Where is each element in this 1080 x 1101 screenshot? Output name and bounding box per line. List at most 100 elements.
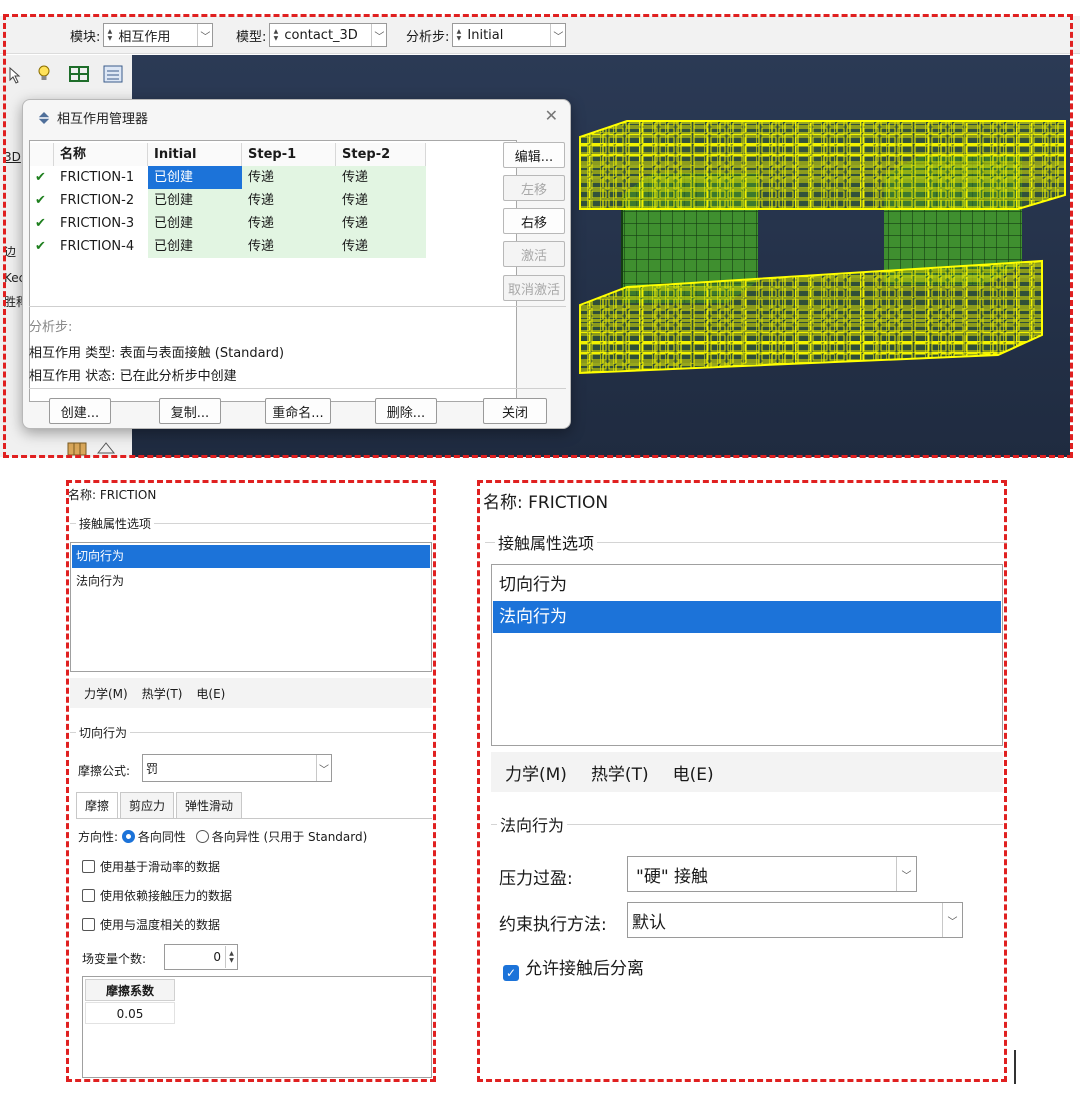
row-initial[interactable]: 已创建	[148, 212, 242, 235]
table-row[interactable]: ✔ FRICTION-3 已创建 传递 传递	[30, 212, 426, 235]
list-item[interactable]: 法向行为	[493, 601, 1001, 633]
row-step2[interactable]: 传递	[336, 212, 426, 235]
table-row[interactable]: ✔ FRICTION-2 已创建 传递 传递	[30, 189, 426, 212]
delete-button[interactable]: 删除...	[375, 398, 437, 424]
table-row[interactable]: ✔ FRICTION-1 已创建 传递 传递	[30, 166, 426, 189]
tab-elastic-slip[interactable]: 弹性滑动	[176, 792, 243, 818]
list-item[interactable]: 切向行为	[493, 569, 1001, 601]
list-item[interactable]: 法向行为	[72, 570, 430, 593]
lightbulb-icon[interactable]	[34, 63, 54, 85]
menu-bar: 力学(M) 热学(T) 电(E)	[70, 678, 432, 708]
row-step1[interactable]: 传递	[242, 166, 336, 189]
rename-button[interactable]: 重命名...	[265, 398, 331, 424]
constraint-label: 约束执行方法:	[499, 915, 607, 935]
radio-anisotropic[interactable]	[195, 830, 209, 843]
friction-coefficient-cell[interactable]: 0.05	[85, 1002, 175, 1024]
options-list: 切向行为 法向行为	[491, 564, 1003, 746]
column-header[interactable]: Step-2	[336, 143, 426, 166]
row-name[interactable]: FRICTION-1	[54, 166, 148, 189]
chevron-down-icon[interactable]: ﹀	[942, 903, 962, 937]
model-combo[interactable]: ▲ ▼ contact_3D ﹀	[269, 23, 388, 47]
copy-button[interactable]: 复制...	[159, 398, 221, 424]
menu-electrical[interactable]: 电(E)	[673, 760, 714, 785]
allow-separation-row[interactable]: ✓ 允许接触后分离	[503, 954, 644, 981]
row-step1[interactable]: 传递	[242, 212, 336, 235]
directionality-row: 方向性: 各向同性 各向异性 (只用于 Standard)	[78, 828, 367, 845]
constraint-method-select[interactable]: 默认 ﹀	[627, 902, 963, 938]
checkbox-row[interactable]: 使用与温度相关的数据	[82, 916, 220, 933]
spin-icon[interactable]: ▲ ▼	[104, 24, 115, 46]
menu-thermal[interactable]: 热学(T)	[591, 760, 649, 785]
tab-bar: 摩擦 剪应力 弹性滑动	[76, 792, 244, 818]
chevron-down-icon[interactable]: ﹀	[197, 24, 212, 46]
table-row[interactable]: ✔ FRICTION-4 已创建 传递 传递	[30, 235, 426, 258]
row-initial[interactable]: 已创建	[148, 189, 242, 212]
allow-separation-label: 允许接触后分离	[525, 959, 644, 979]
chevron-down-icon[interactable]: ﹀	[896, 857, 916, 891]
move-right-button[interactable]: 右移	[503, 208, 565, 234]
checkbox[interactable]	[82, 918, 95, 931]
menu-bar: 力学(M) 热学(T) 电(E)	[491, 752, 1003, 792]
row-name[interactable]: FRICTION-3	[54, 212, 148, 235]
mesh-tools-icon[interactable]	[66, 437, 126, 457]
row-step2[interactable]: 传递	[336, 189, 426, 212]
menu-mechanical[interactable]: 力学(M)	[84, 685, 128, 702]
close-button[interactable]: 关闭	[483, 398, 547, 424]
tab-shear-stress[interactable]: 剪应力	[120, 792, 175, 818]
spin-icon[interactable]: ▲ ▼	[270, 24, 281, 46]
column-header[interactable]: 摩擦系数	[85, 979, 175, 1001]
friction-formula-select[interactable]: 罚 ﹀	[142, 754, 332, 782]
edit-button[interactable]: 编辑...	[503, 142, 565, 168]
options-title: 接触属性选项	[76, 515, 155, 532]
section-title: 法向行为	[497, 812, 568, 836]
top-screenshot: 模块: ▲ ▼ 相互作用 ﹀ 模型: ▲ ▼ contact_3D ﹀ 分析步: ▲…	[0, 0, 1080, 462]
checkbox[interactable]	[82, 889, 95, 902]
checkbox[interactable]	[82, 860, 95, 873]
checkbox-row[interactable]: 使用基于滑动率的数据	[82, 858, 220, 875]
text-cursor	[1014, 1050, 1016, 1084]
row-initial[interactable]: 已创建	[148, 235, 242, 258]
row-name[interactable]: FRICTION-4	[54, 235, 148, 258]
column-header[interactable]: 名称	[54, 143, 148, 166]
row-step1[interactable]: 传递	[242, 189, 336, 212]
spin-icon[interactable]: ▲ ▼	[453, 24, 464, 46]
module-label: 模块:	[70, 29, 101, 45]
column-header[interactable]: Initial	[148, 143, 242, 166]
checkbox-label: 使用与温度相关的数据	[100, 918, 221, 932]
module-combo[interactable]: ▲ ▼ 相互作用 ﹀	[103, 23, 214, 47]
pressure-overclosure-select[interactable]: "硬" 接触 ﹀	[627, 856, 917, 892]
step-combo[interactable]: ▲ ▼ Initial ﹀	[452, 23, 567, 47]
deactivate-button[interactable]: 取消激活	[503, 275, 565, 301]
menu-mechanical[interactable]: 力学(M)	[505, 760, 567, 785]
chevron-down-icon[interactable]: ﹀	[550, 24, 565, 46]
chevron-down-icon[interactable]: ﹀	[316, 755, 331, 781]
field-var-spinner[interactable]: 0 ▲ ▼	[164, 944, 238, 970]
interaction-manager-icon[interactable]	[102, 63, 124, 85]
activate-button[interactable]: 激活	[503, 241, 565, 267]
row-initial[interactable]: 已创建	[148, 166, 242, 189]
spin-icon[interactable]: ▲ ▼	[225, 946, 237, 968]
column-header[interactable]: Step-1	[242, 143, 336, 166]
list-item[interactable]: 切向行为	[72, 545, 430, 568]
row-step2[interactable]: 传递	[336, 235, 426, 258]
chevron-down-icon[interactable]: ﹀	[371, 24, 386, 46]
menu-thermal[interactable]: 热学(T)	[142, 685, 183, 702]
checkbox-row[interactable]: 使用依赖接触压力的数据	[82, 887, 232, 904]
close-icon[interactable]: ✕	[545, 106, 558, 125]
checkbox-checked-icon[interactable]: ✓	[503, 965, 519, 981]
row-step1[interactable]: 传递	[242, 235, 336, 258]
dialog-title: 相互作用管理器	[57, 112, 149, 127]
tab-friction[interactable]: 摩擦	[76, 792, 119, 818]
status-info: 相互作用 状态: 已在此分析步中创建	[29, 369, 237, 384]
move-left-button[interactable]: 左移	[503, 175, 565, 201]
create-button[interactable]: 创建...	[49, 398, 111, 424]
abaqus-app-icon	[38, 111, 50, 124]
pointer-tool-icon[interactable]	[4, 65, 26, 85]
row-step2[interactable]: 传递	[336, 166, 426, 189]
interaction-create-icon[interactable]	[68, 63, 90, 85]
menu-electrical[interactable]: 电(E)	[196, 685, 225, 702]
radio-isotropic[interactable]	[121, 830, 135, 843]
row-name[interactable]: FRICTION-2	[54, 189, 148, 212]
constraint-value: 默认	[632, 912, 666, 933]
interaction-manager-dialog: 相互作用管理器 ✕ 名称 Initial Step-1 Step-2 ✔ FRI…	[22, 99, 571, 429]
